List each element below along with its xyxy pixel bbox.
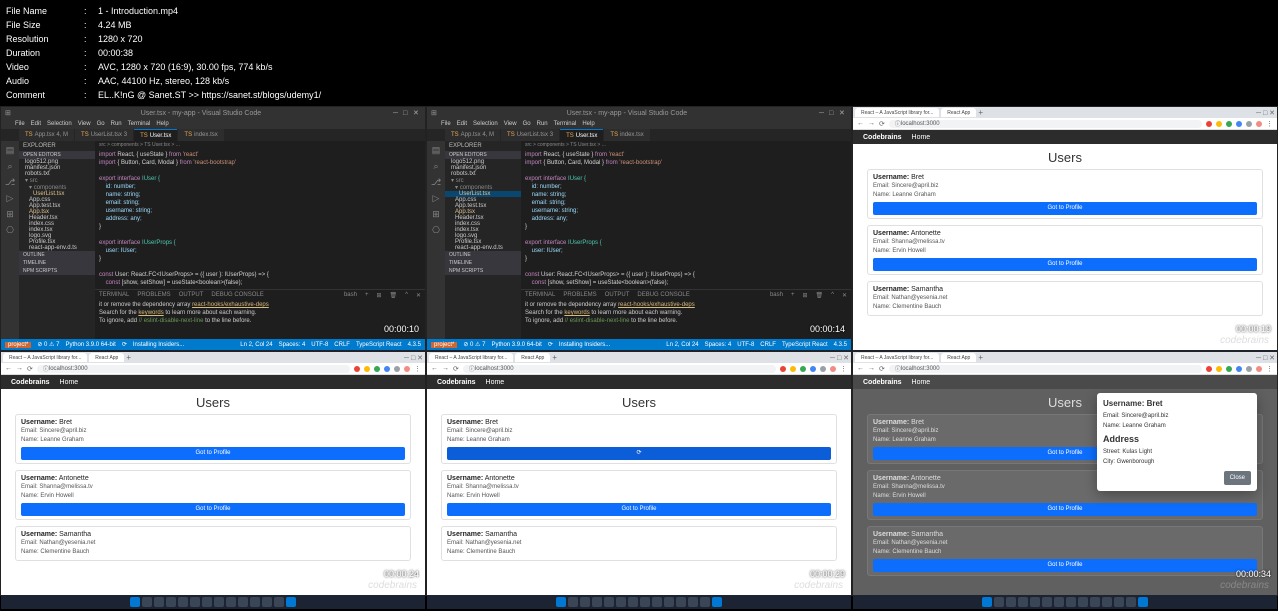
timestamp: 00:00:10 <box>384 324 419 334</box>
frame-1: ⊞User.tsx - my-app - Visual Studio Code─… <box>0 106 426 351</box>
debug-icon[interactable]: ▷ <box>5 193 15 203</box>
frame-6: React – A JavaScript library for...React… <box>852 351 1278 596</box>
remote-icon[interactable]: ⎔ <box>5 225 15 235</box>
tab-user[interactable]: TSUser.tsx <box>134 129 177 141</box>
meta-label: File Name <box>6 4 84 18</box>
code-editor[interactable]: src > components > TS User.tsx > ... imp… <box>95 141 425 339</box>
profile-button[interactable]: Got to Profile <box>873 202 1257 215</box>
close-button[interactable]: Close <box>1224 471 1251 485</box>
split-terminal-icon[interactable]: ⊞ <box>376 292 381 299</box>
new-tab-icon[interactable]: + <box>978 108 983 117</box>
address-bar[interactable]: ←→⟳ⓘ localhost:3000⋮ <box>853 118 1277 130</box>
close-panel-icon[interactable]: ✕ <box>416 292 421 299</box>
frame-2: ⊞User.tsx - my-app - Visual Studio Code─… <box>426 106 852 351</box>
close-icon: ✕ <box>413 109 421 117</box>
reload-icon[interactable]: ⟳ <box>879 120 885 128</box>
menu-icon[interactable]: ⋮ <box>1266 120 1273 128</box>
browser-tabs[interactable]: React – A JavaScript library for...React… <box>853 107 1277 118</box>
watermark: codebrains <box>1220 335 1269 346</box>
section-open-editors[interactable]: OPEN EDITORS <box>19 151 95 159</box>
explorer-icon[interactable]: ▤ <box>5 145 15 155</box>
window-controls[interactable]: ─□✕ <box>391 109 421 118</box>
breadcrumb[interactable]: src > components > TS User.tsx > ... <box>95 141 425 149</box>
status-bar[interactable]: project*⊘ 0 ⚠ 7Python 3.9.0 64-bit⟳Insta… <box>1 339 425 350</box>
meta-value: 1 - Introduction.mp4 <box>98 4 178 18</box>
profile-modal: Username: Bret Email: Sincere@april.biz … <box>1097 393 1257 491</box>
modal-title: Username: Bret <box>1103 399 1251 409</box>
user-card: Username: BretEmail: Sincere@april.bizNa… <box>867 169 1263 219</box>
explorer-header: EXPLORER <box>19 141 95 151</box>
maximize-panel-icon[interactable]: ^ <box>405 292 408 299</box>
page-title: Users <box>867 150 1263 165</box>
add-terminal-icon[interactable]: + <box>365 292 369 299</box>
window-titlebar: ⊞User.tsx - my-app - Visual Studio Code─… <box>1 107 425 119</box>
thumbnail-grid: ⊞User.tsx - my-app - Visual Studio Code─… <box>0 106 1278 596</box>
terminal-panel[interactable]: TERMINALPROBLEMSOUTPUTDEBUG CONSOLEbash+… <box>95 289 425 339</box>
trash-icon[interactable]: 🗑 <box>390 292 398 299</box>
site-navbar[interactable]: CodebrainsHome <box>853 130 1277 144</box>
back-icon[interactable]: ← <box>857 120 864 127</box>
tab-app[interactable]: TSApp.tsx 4, M <box>19 129 74 141</box>
maximize-icon: □ <box>403 110 411 118</box>
file-metadata: File Name:1 - Introduction.mp4 File Size… <box>0 0 1278 106</box>
frame-3: React – A JavaScript library for...React… <box>852 106 1278 351</box>
activity-bar[interactable]: ▤ ⌕ ⎇ ▷ ⊞ ⎔ <box>1 141 19 339</box>
menu-bar[interactable]: FileEditSelectionViewGoRunTerminalHelp <box>1 119 425 129</box>
editor-tabs[interactable]: TSApp.tsx 4, M TSUserList.tsx 3 TSUser.t… <box>1 129 425 141</box>
tab-userlist[interactable]: TSUserList.tsx 3 <box>75 129 133 141</box>
tab-index[interactable]: TSindex.tsx <box>178 129 223 141</box>
forward-icon[interactable]: → <box>868 120 875 127</box>
search-icon[interactable]: ⌕ <box>5 161 15 171</box>
scm-icon[interactable]: ⎇ <box>5 177 15 187</box>
frame-5: React – A JavaScript library for...React… <box>426 351 852 596</box>
frame-4: React – A JavaScript library for...React… <box>0 351 426 596</box>
extensions-icon[interactable]: ⊞ <box>5 209 15 219</box>
explorer-sidebar[interactable]: EXPLORER OPEN EDITORS logo512.png manife… <box>19 141 95 339</box>
minimize-icon: ─ <box>393 110 401 118</box>
